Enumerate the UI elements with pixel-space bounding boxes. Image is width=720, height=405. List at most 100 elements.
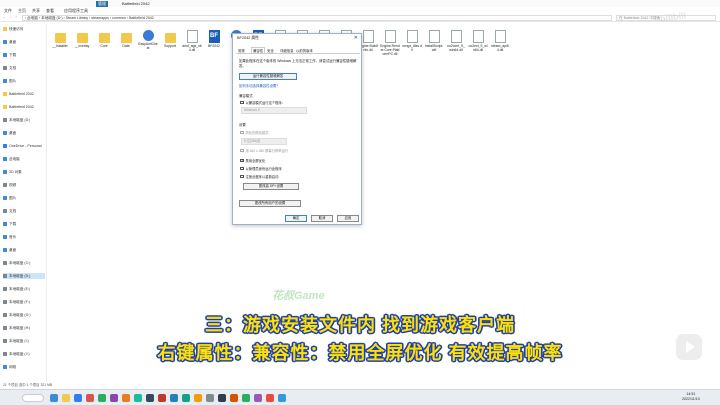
file-item[interactable]: BF BF2042 — [204, 28, 224, 78]
taskbar-app-icon[interactable] — [86, 394, 94, 402]
file-item[interactable]: steam_api64.dll — [490, 28, 510, 78]
run-as-admin-box[interactable] — [240, 166, 244, 171]
file-item[interactable]: Data — [116, 28, 136, 78]
taskbar-app-icon[interactable] — [98, 394, 106, 402]
file-item[interactable]: InstallScript.vdf — [424, 28, 444, 78]
file-icon — [450, 30, 462, 43]
tab-general[interactable]: 常规 — [238, 48, 245, 53]
taskbar-app-icon[interactable] — [230, 394, 238, 402]
register-restart-box[interactable] — [240, 174, 244, 179]
sidebar-item[interactable]: 下载 — [3, 52, 45, 58]
taskbar-app-icon[interactable] — [170, 394, 178, 402]
drive-icon — [3, 261, 7, 265]
sidebar-item[interactable]: 3D 对象 — [3, 169, 45, 175]
file-item[interactable]: oo2core_9_win64.dll — [446, 28, 466, 78]
sidebar-item-label: 桌面 — [9, 130, 17, 135]
sidebar-item[interactable]: 快速访问 — [3, 26, 45, 32]
disable-fullscreen-box[interactable] — [240, 158, 244, 163]
taskbar-app-icon[interactable] — [206, 394, 214, 402]
file-item[interactable]: __Installer — [50, 28, 70, 78]
desktop-icon — [3, 131, 7, 135]
ok-button[interactable]: 确定 — [285, 215, 307, 222]
file-item[interactable]: nvngx_dlss.dll — [402, 28, 422, 78]
sidebar-item[interactable]: 桌面 — [3, 130, 45, 136]
resolution-640-checkbox[interactable]: 用 640 x 480 屏幕分辨率运行 — [240, 148, 288, 153]
sidebar-item-label: 视频 — [9, 182, 17, 187]
picture-icon — [3, 196, 7, 200]
sidebar-item[interactable]: 本地磁盘 (D:) — [3, 117, 45, 123]
taskbar-app-icon[interactable] — [62, 394, 70, 402]
file-name: steam_api64.dll — [491, 44, 509, 52]
sidebar-item[interactable]: 桌面 — [3, 247, 45, 253]
tab-security[interactable]: 安全 — [267, 48, 274, 53]
file-icon — [494, 30, 506, 43]
reduced-color-checkbox[interactable]: 简化的颜色模式 — [240, 130, 269, 135]
apply-button[interactable]: 应用 — [337, 215, 359, 222]
play-icon[interactable] — [676, 334, 702, 360]
tab-details[interactable]: 详细信息 — [280, 48, 294, 53]
taskbar-app-icon[interactable] — [134, 394, 142, 402]
sidebar-item[interactable]: OneDrive - Personal — [3, 143, 45, 149]
file-item[interactable]: Core — [94, 28, 114, 78]
resolution-640-box[interactable] — [240, 148, 244, 153]
sidebar-item[interactable]: 图片 — [3, 195, 45, 201]
manual-settings-link[interactable]: 如何手动选择兼容性设置？ — [239, 84, 280, 89]
file-item[interactable]: oo2ext_9_win64.dll — [468, 28, 488, 78]
sidebar-item[interactable]: 本地磁盘 (F:) — [3, 299, 45, 305]
taskbar-app-icon[interactable] — [146, 394, 154, 402]
tab-previous-versions[interactable]: 以前的版本 — [296, 48, 313, 53]
run-as-admin-checkbox[interactable]: 以管理员身份运行此程序 — [240, 166, 282, 171]
file-name: BF2042 — [208, 44, 220, 48]
cancel-button[interactable]: 取消 — [311, 215, 333, 222]
taskbar-app-icon[interactable] — [218, 394, 226, 402]
file-item[interactable]: Support — [160, 28, 180, 78]
sidebar-item-label: OneDrive - Personal — [9, 144, 42, 148]
disable-fullscreen-checkbox[interactable]: 禁用全屏优化 — [240, 158, 265, 163]
taskbar-clock[interactable]: 14:51 2022/11/10 — [682, 392, 700, 402]
sidebar-item[interactable]: Battlefield 2042 — [3, 104, 45, 110]
reduced-color-box[interactable] — [240, 130, 244, 135]
close-icon[interactable]: ✕ — [354, 35, 358, 41]
taskbar-app-icon[interactable] — [182, 394, 190, 402]
register-restart-checkbox[interactable]: 注册此程序以重新启动 — [240, 174, 278, 179]
nav-buttons[interactable]: ← → ↑ — [2, 15, 18, 19]
all-users-button[interactable]: 更改所有用户的设置 — [239, 200, 301, 207]
compat-mode-box[interactable] — [240, 100, 244, 105]
sidebar-item[interactable]: 视频 — [3, 182, 45, 188]
sidebar-item-label: 网络 — [9, 364, 17, 369]
compat-mode-label: 以兼容模式运行这个程序： — [245, 101, 286, 105]
tab-compatibility[interactable]: 兼容性 — [251, 47, 266, 53]
dpi-settings-button[interactable]: 更改高 DPI 设置 — [243, 183, 299, 190]
taskbar-app-icon[interactable] — [254, 394, 262, 402]
compat-mode-checkbox[interactable]: 以兼容模式运行这个程序： — [240, 100, 285, 105]
sidebar-item[interactable]: 此电脑 — [3, 156, 45, 162]
sidebar-item[interactable]: 音乐 — [3, 234, 45, 240]
sidebar-item-label: 本地磁盘 (E:) — [9, 286, 31, 291]
taskbar-search[interactable] — [22, 394, 44, 402]
taskbar-app-icon[interactable] — [74, 394, 82, 402]
sidebar-item[interactable]: 下载 — [3, 221, 45, 227]
taskbar-app-icon[interactable] — [194, 394, 202, 402]
file-item[interactable]: __overlay — [72, 28, 92, 78]
taskbar-app-icon[interactable] — [110, 394, 118, 402]
taskbar-app-icon[interactable] — [158, 394, 166, 402]
file-item[interactable]: Engine.Render.Core.PlatformPC.dll — [380, 28, 400, 78]
file-item[interactable]: EasyAntiCheat — [138, 28, 158, 78]
taskbar-app-icon[interactable] — [278, 394, 286, 402]
path-field[interactable]: › 此电脑 › 本地磁盘 (D:) › Steam Library › stea… — [22, 15, 612, 21]
taskbar-app-icon[interactable] — [122, 394, 130, 402]
sidebar-item[interactable]: 文档 — [3, 208, 45, 214]
sidebar-item[interactable]: 图片 — [3, 78, 45, 84]
sidebar-item[interactable]: 桌面 — [3, 39, 45, 45]
sidebar-item[interactable]: 文档 — [3, 65, 45, 71]
sidebar-item[interactable]: 本地磁盘 (D:) — [3, 273, 45, 279]
file-grid: __Installer __overlay Core Data EasyAntiChea… — [50, 24, 720, 84]
sidebar-item[interactable]: 本地磁盘 (C:) — [3, 260, 45, 266]
file-item[interactable]: amd_ags_x64.dll — [182, 28, 202, 78]
taskbar-app-icon[interactable] — [266, 394, 274, 402]
taskbar-app-icon[interactable] — [50, 394, 58, 402]
taskbar-app-icon[interactable] — [242, 394, 250, 402]
troubleshoot-button[interactable]: 运行兼容性疑难解答 — [239, 73, 297, 80]
sidebar-item[interactable]: 本地磁盘 (E:) — [3, 286, 45, 292]
sidebar-item[interactable]: Battlefield 2042 — [3, 91, 45, 97]
